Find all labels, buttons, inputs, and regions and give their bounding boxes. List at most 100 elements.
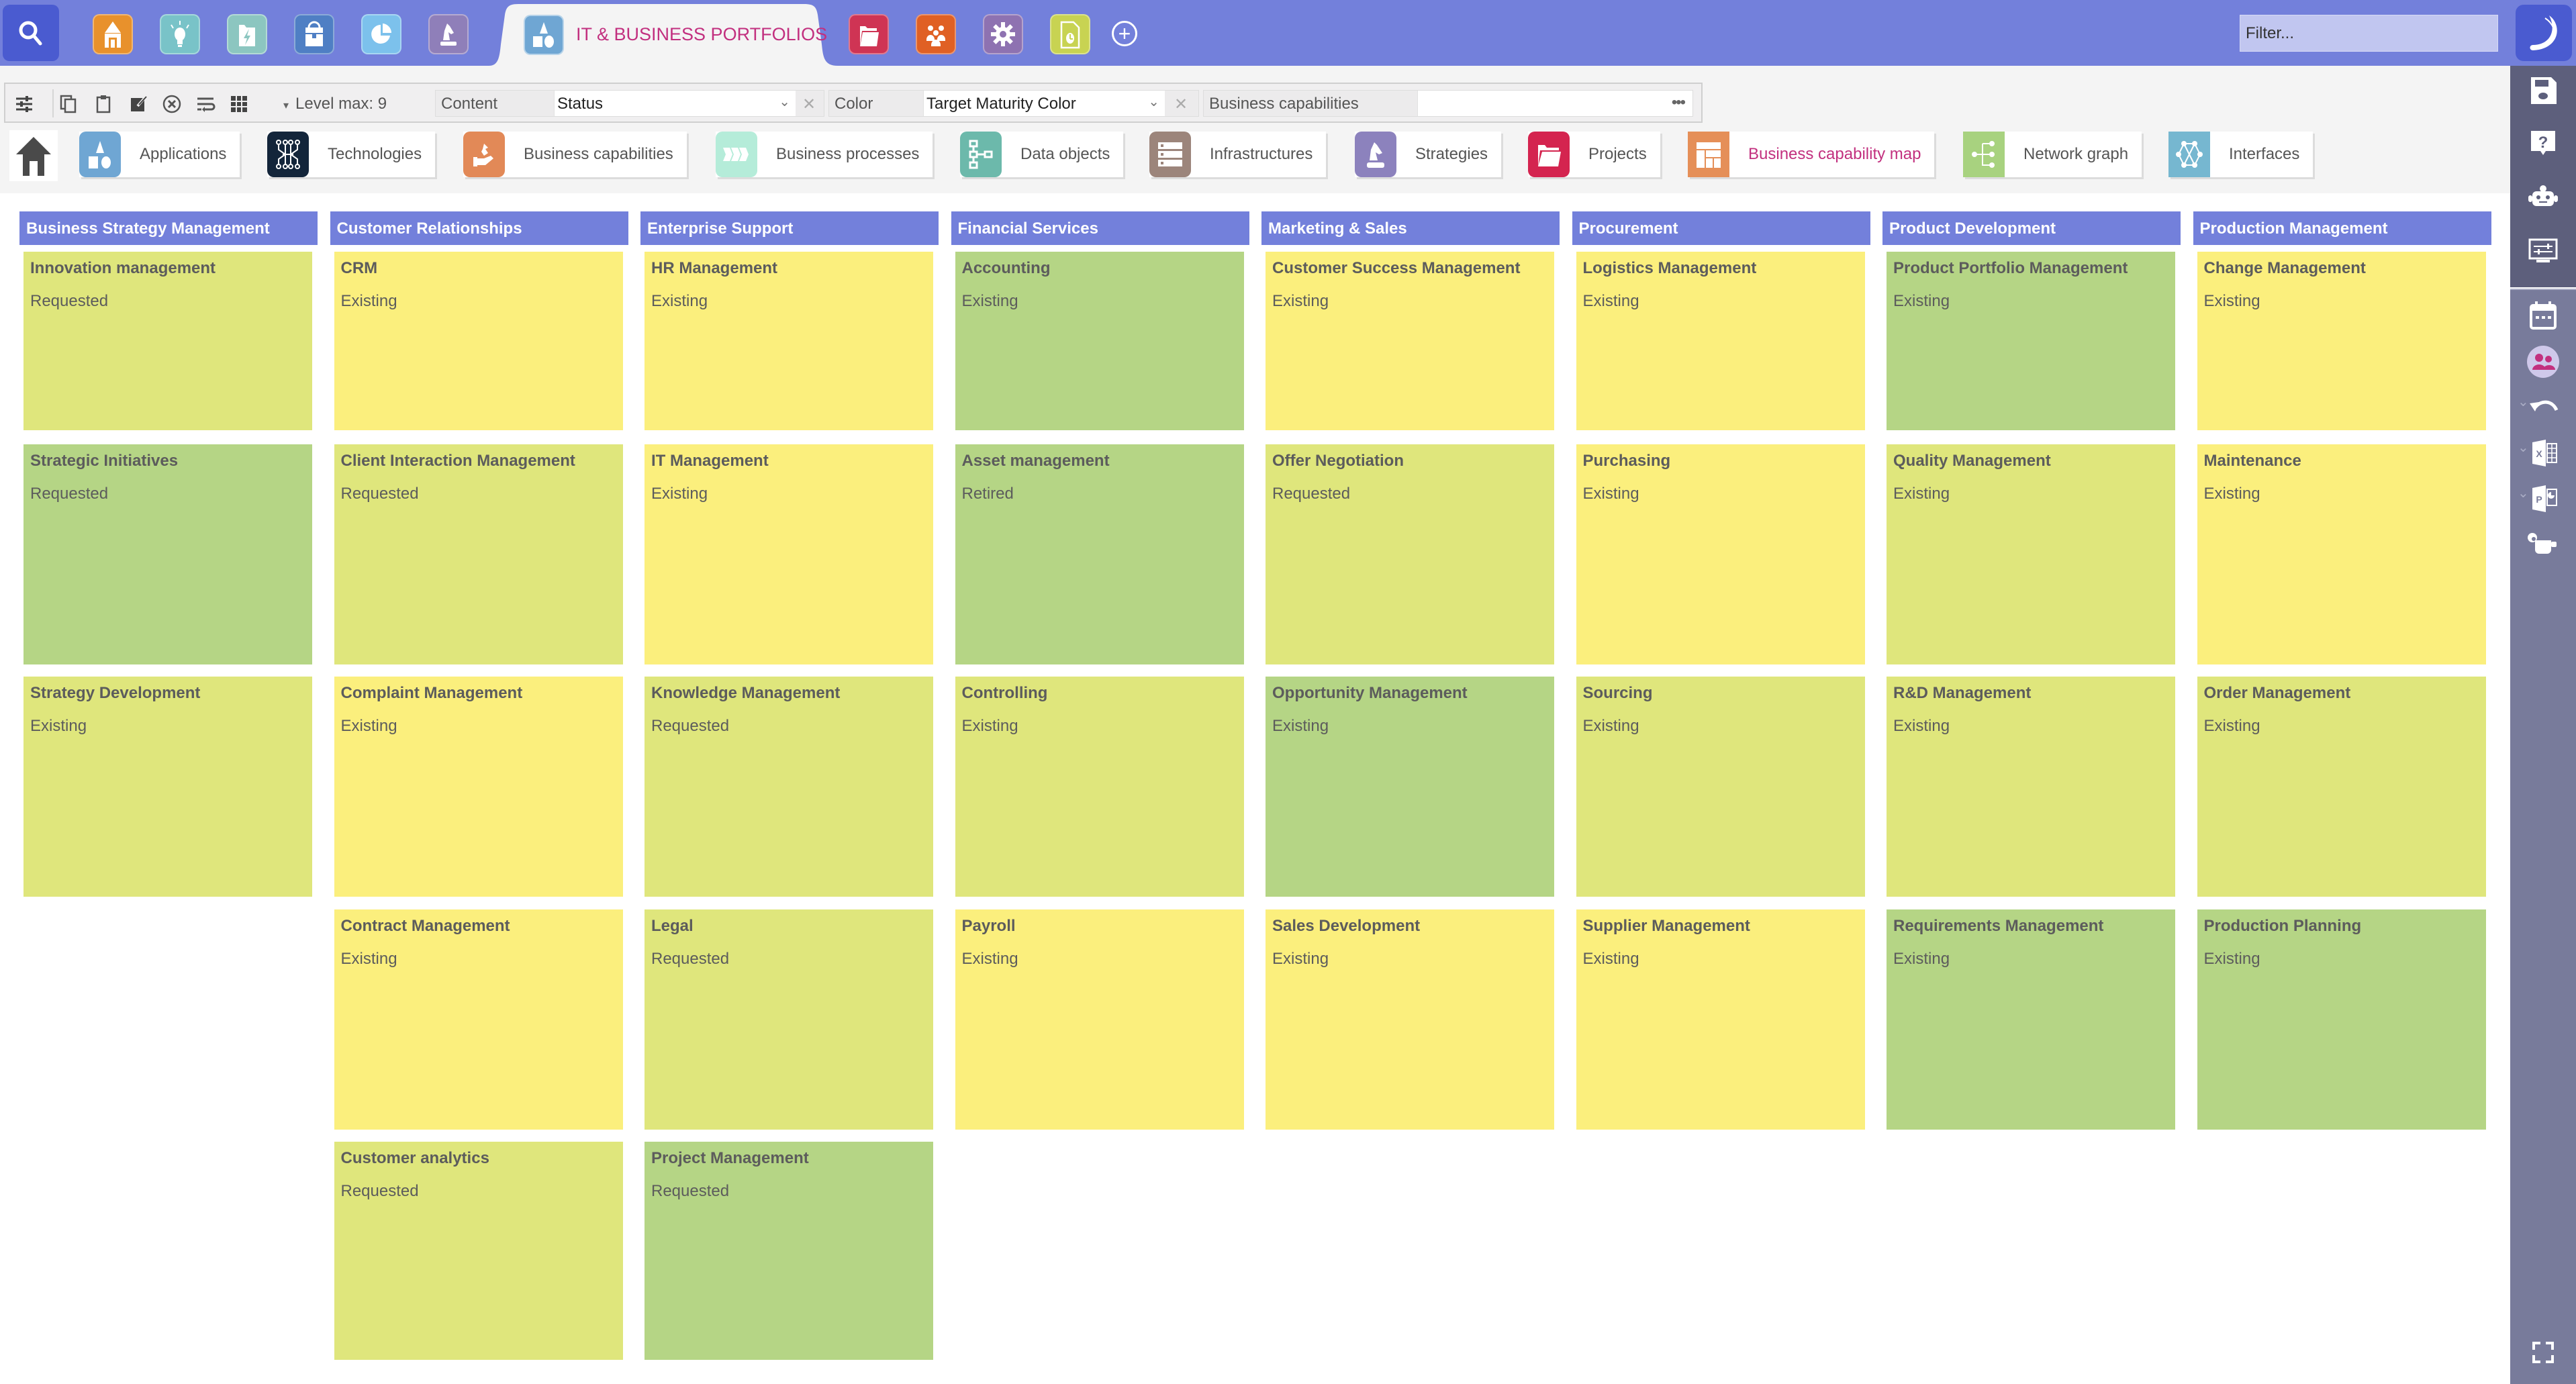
more-dots-icon[interactable]: ••• — [1672, 93, 1686, 112]
color-select[interactable]: Target Maturity Color ⌄ — [923, 91, 1165, 116]
nav-infrastructures[interactable]: Infrastructures — [1149, 132, 1327, 177]
color-clear-button[interactable]: ✕ — [1174, 95, 1188, 114]
capability-cell[interactable]: Product Portfolio Management Existing — [1887, 252, 2175, 430]
nav-technologies[interactable]: Technologies — [267, 132, 436, 177]
nav-projects[interactable]: Projects — [1528, 132, 1660, 177]
search-button[interactable] — [3, 5, 59, 61]
capability-cell[interactable]: Innovation management Requested — [23, 252, 312, 430]
capability-group-header[interactable]: Production Management — [2193, 211, 2491, 245]
coffee-cup-icon[interactable] — [2510, 521, 2576, 568]
capability-cell[interactable]: Opportunity Management Existing — [1266, 677, 1554, 897]
brand-logo-button[interactable] — [2516, 5, 2572, 61]
help-icon[interactable]: ? — [2510, 121, 2576, 168]
nav-strategies[interactable]: Strategies — [1355, 132, 1502, 177]
capability-cell[interactable]: HR Management Existing — [645, 252, 933, 430]
capability-cell[interactable]: Complaint Management Existing — [334, 677, 623, 897]
bot-icon[interactable] — [2510, 175, 2576, 221]
save-icon[interactable] — [2510, 67, 2576, 114]
capability-group-header[interactable]: Enterprise Support — [640, 211, 939, 245]
content-field: Content Status ⌄ ✕ — [435, 90, 824, 117]
powerpoint-export-icon[interactable]: P — [2510, 475, 2576, 522]
capability-cell[interactable]: Maintenance Existing — [2197, 444, 2486, 664]
filter-input[interactable] — [2240, 15, 2498, 52]
content-clear-button[interactable]: ✕ — [802, 95, 816, 114]
capability-name: Asset management — [961, 452, 1110, 470]
people-app-icon[interactable] — [916, 14, 956, 54]
idea-app-icon[interactable] — [160, 14, 200, 54]
capability-cell[interactable]: Accounting Existing — [955, 252, 1244, 430]
nav-business-processes[interactable]: Business processes — [716, 132, 933, 177]
projects-folder-app-icon[interactable] — [849, 14, 889, 54]
capability-cell[interactable]: Logistics Management Existing — [1576, 252, 1865, 430]
capability-cell[interactable]: Payroll Existing — [955, 909, 1244, 1130]
people-icon[interactable] — [2510, 338, 2576, 385]
level-max-dropdown[interactable]: ▾ Level max: 9 — [283, 95, 387, 113]
report-document-app-icon[interactable] — [1050, 14, 1090, 54]
nav-applications[interactable]: Applications — [79, 132, 240, 177]
add-tab-button[interactable]: + — [1112, 21, 1137, 46]
capability-cell[interactable]: CRM Existing — [334, 252, 623, 430]
capability-cell[interactable]: IT Management Existing — [645, 444, 933, 664]
capability-group-header[interactable]: Marketing & Sales — [1261, 211, 1560, 245]
capability-cell[interactable]: R&D Management Existing — [1887, 677, 2175, 897]
nav-business-capability-map[interactable]: Business capability map — [1688, 132, 1935, 177]
capability-cell[interactable]: Strategic Initiatives Requested — [23, 444, 312, 664]
undo-icon[interactable] — [2510, 384, 2576, 431]
capability-cell[interactable]: Project Management Requested — [645, 1142, 933, 1360]
capability-cell[interactable]: Sales Development Existing — [1266, 909, 1554, 1130]
capability-cell[interactable]: Requirements Management Existing — [1887, 909, 2175, 1130]
capability-cell[interactable]: Order Management Existing — [2197, 677, 2486, 897]
active-tab-label: IT & BUSINESS PORTFOLIOS — [576, 24, 828, 44]
copy-icon[interactable] — [58, 93, 79, 115]
capability-status: Existing — [961, 292, 1018, 310]
capability-cell[interactable]: Offer Negotiation Requested — [1266, 444, 1554, 664]
nav-business-capabilities[interactable]: Business capabilities — [463, 132, 687, 177]
home-button[interactable] — [9, 130, 58, 181]
grid-icon[interactable] — [228, 93, 250, 115]
capability-group-header[interactable]: Product Development — [1882, 211, 2181, 245]
clear-circle-x-icon[interactable] — [161, 93, 183, 115]
nav-network-graph[interactable]: Network graph — [1963, 132, 2142, 177]
capability-cell[interactable]: Client Interaction Management Requested — [334, 444, 623, 664]
capability-cell[interactable]: Production Planning Existing — [2197, 909, 2486, 1130]
edit-icon[interactable] — [128, 93, 149, 115]
settings-gear-app-icon[interactable] — [983, 14, 1023, 54]
content-value: Status — [557, 95, 604, 113]
scope-select[interactable]: ••• — [1417, 91, 1692, 116]
capability-cell[interactable]: Legal Requested — [645, 909, 933, 1130]
capability-cell[interactable]: Contract Management Existing — [334, 909, 623, 1130]
capability-cell[interactable]: Purchasing Existing — [1576, 444, 1865, 664]
capability-cell[interactable]: Controlling Existing — [955, 677, 1244, 897]
capability-cell[interactable]: Sourcing Existing — [1576, 677, 1865, 897]
capability-cell[interactable]: Supplier Management Existing — [1576, 909, 1865, 1130]
capability-status: Existing — [1582, 950, 1639, 968]
capability-group-header[interactable]: Business Strategy Management — [19, 211, 318, 245]
capability-group-header[interactable]: Procurement — [1572, 211, 1870, 245]
capability-status: Requested — [30, 485, 109, 503]
excel-export-icon[interactable]: X — [2510, 430, 2576, 477]
capability-group-header[interactable]: Financial Services — [951, 211, 1249, 245]
energy-folder-app-icon[interactable] — [227, 14, 267, 54]
capability-cell[interactable]: Change Management Existing — [2197, 252, 2486, 430]
display-settings-icon[interactable] — [2510, 228, 2576, 275]
content-select[interactable]: Status ⌄ — [554, 91, 796, 116]
wrap-lines-icon[interactable] — [195, 93, 216, 115]
strategy-knight-app-icon[interactable] — [428, 14, 469, 54]
home-app-icon[interactable] — [93, 14, 133, 54]
capability-cell[interactable]: Strategy Development Existing — [23, 677, 312, 897]
capability-cell[interactable]: Knowledge Management Requested — [645, 677, 933, 897]
capability-cell[interactable]: Quality Management Existing — [1887, 444, 2175, 664]
tab-it-business-portfolios[interactable]: IT & BUSINESS PORTFOLIOS — [489, 4, 838, 66]
settings-sliders-icon[interactable] — [13, 93, 35, 115]
fullscreen-icon[interactable] — [2510, 1329, 2576, 1376]
pie-chart-app-icon[interactable] — [361, 14, 401, 54]
capability-cell[interactable]: Asset management Retired — [955, 444, 1244, 664]
capability-cell[interactable]: Customer analytics Requested — [334, 1142, 623, 1360]
nav-data-objects[interactable]: Data objects — [960, 132, 1124, 177]
capability-group-header[interactable]: Customer Relationships — [330, 211, 628, 245]
calendar-icon[interactable] — [2510, 293, 2576, 340]
capability-cell[interactable]: Customer Success Management Existing — [1266, 252, 1554, 430]
nav-interfaces[interactable]: Interfaces — [2168, 132, 2313, 177]
briefcase-app-icon[interactable] — [294, 14, 334, 54]
paste-icon[interactable] — [93, 93, 114, 115]
